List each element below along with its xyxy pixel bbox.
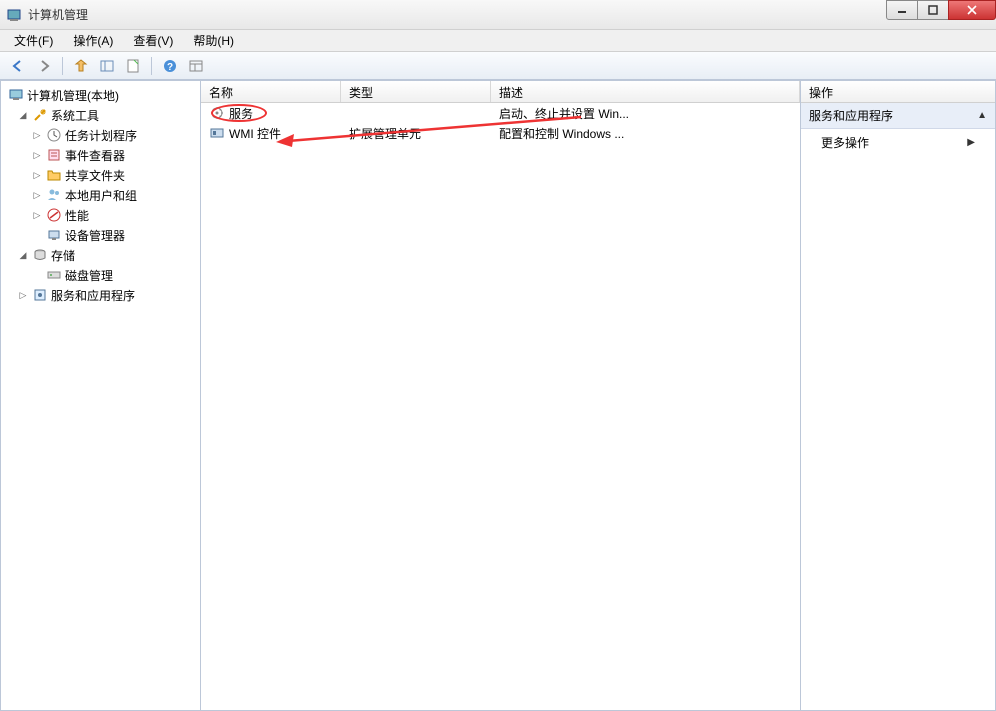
chevron-up-icon: ▲ bbox=[977, 110, 987, 121]
computer-mgmt-icon bbox=[8, 87, 24, 103]
row-name: WMI 控件 bbox=[229, 125, 281, 142]
expand-icon[interactable]: ▷ bbox=[31, 190, 43, 201]
minimize-button[interactable] bbox=[886, 0, 918, 20]
tree-disk-management[interactable]: 磁盘管理 bbox=[3, 265, 198, 285]
expand-icon[interactable]: ▷ bbox=[31, 210, 43, 221]
actions-section[interactable]: 服务和应用程序 ▲ bbox=[801, 103, 995, 129]
storage-icon bbox=[32, 247, 48, 263]
tree-panel[interactable]: 计算机管理(本地) ◢ 系统工具 ▷ 任务计划程序 ▷ 事件查看器 ▷ bbox=[1, 81, 201, 710]
tools-icon bbox=[32, 107, 48, 123]
tree-local-users[interactable]: ▷ 本地用户和组 bbox=[3, 185, 198, 205]
tree-performance[interactable]: ▷ 性能 bbox=[3, 205, 198, 225]
tree-task-scheduler[interactable]: ▷ 任务计划程序 bbox=[3, 125, 198, 145]
toolbar-separator bbox=[62, 57, 63, 75]
actions-section-label: 服务和应用程序 bbox=[809, 107, 893, 124]
menu-action[interactable]: 操作(A) bbox=[63, 30, 123, 51]
menu-view[interactable]: 查看(V) bbox=[123, 30, 183, 51]
row-description: 启动、终止并设置 Win... bbox=[491, 105, 800, 122]
tree-root[interactable]: 计算机管理(本地) bbox=[3, 85, 198, 105]
close-button[interactable] bbox=[948, 0, 996, 20]
actions-header: 操作 bbox=[801, 81, 995, 103]
up-button[interactable] bbox=[69, 55, 93, 77]
toolbar: ? bbox=[0, 52, 996, 80]
tree-label: 系统工具 bbox=[51, 107, 99, 124]
chevron-right-icon: ▶ bbox=[967, 137, 975, 148]
tree-label: 计算机管理(本地) bbox=[27, 87, 119, 104]
tree-label: 任务计划程序 bbox=[65, 127, 137, 144]
tree-label: 本地用户和组 bbox=[65, 187, 137, 204]
show-hide-tree-button[interactable] bbox=[95, 55, 119, 77]
back-button[interactable] bbox=[6, 55, 30, 77]
clock-icon bbox=[46, 127, 62, 143]
services-apps-icon bbox=[32, 287, 48, 303]
tree-label: 事件查看器 bbox=[65, 147, 125, 164]
tree-label: 存储 bbox=[51, 247, 75, 264]
app-icon bbox=[6, 7, 22, 23]
maximize-button[interactable] bbox=[917, 0, 949, 20]
event-icon bbox=[46, 147, 62, 163]
column-name[interactable]: 名称 bbox=[201, 81, 341, 102]
wmi-icon bbox=[209, 125, 225, 141]
tree-label: 共享文件夹 bbox=[65, 167, 125, 184]
tree-device-manager[interactable]: 设备管理器 bbox=[3, 225, 198, 245]
list-header: 名称 类型 描述 bbox=[201, 81, 800, 103]
list-row-services[interactable]: 服务 启动、终止并设置 Win... bbox=[201, 103, 800, 123]
disk-icon bbox=[46, 267, 62, 283]
window-title: 计算机管理 bbox=[28, 6, 88, 23]
menubar: 文件(F) 操作(A) 查看(V) 帮助(H) bbox=[0, 30, 996, 52]
svg-text:?: ? bbox=[167, 62, 173, 73]
help-button[interactable]: ? bbox=[158, 55, 182, 77]
titlebar: 计算机管理 bbox=[0, 0, 996, 30]
list-panel: 名称 类型 描述 服务 启动、终止并设置 Win... bbox=[201, 81, 801, 710]
window-controls bbox=[887, 0, 996, 22]
users-icon bbox=[46, 187, 62, 203]
tree-event-viewer[interactable]: ▷ 事件查看器 bbox=[3, 145, 198, 165]
tree-storage[interactable]: ◢ 存储 bbox=[3, 245, 198, 265]
tree-services-apps[interactable]: ▷ 服务和应用程序 bbox=[3, 285, 198, 305]
menu-help[interactable]: 帮助(H) bbox=[183, 30, 244, 51]
actions-more[interactable]: 更多操作 ▶ bbox=[801, 129, 995, 156]
list-row-wmi[interactable]: WMI 控件 扩展管理单元 配置和控制 Windows ... bbox=[201, 123, 800, 143]
tree-system-tools[interactable]: ◢ 系统工具 bbox=[3, 105, 198, 125]
menu-file[interactable]: 文件(F) bbox=[4, 30, 63, 51]
expand-icon[interactable]: ▷ bbox=[31, 170, 43, 181]
folder-icon bbox=[46, 167, 62, 183]
forward-button[interactable] bbox=[32, 55, 56, 77]
column-type[interactable]: 类型 bbox=[341, 81, 491, 102]
row-description: 配置和控制 Windows ... bbox=[491, 125, 800, 142]
content-area: 计算机管理(本地) ◢ 系统工具 ▷ 任务计划程序 ▷ 事件查看器 ▷ bbox=[0, 80, 996, 711]
performance-icon bbox=[46, 207, 62, 223]
properties-button[interactable] bbox=[121, 55, 145, 77]
actions-panel: 操作 服务和应用程序 ▲ 更多操作 ▶ bbox=[801, 81, 995, 710]
column-description[interactable]: 描述 bbox=[491, 81, 800, 102]
list-body[interactable]: 服务 启动、终止并设置 Win... WMI 控件 扩展管理单元 配置和控制 W… bbox=[201, 103, 800, 710]
device-icon bbox=[46, 227, 62, 243]
row-name: 服务 bbox=[229, 105, 253, 122]
collapse-icon[interactable]: ◢ bbox=[17, 110, 29, 121]
tree-label: 磁盘管理 bbox=[65, 267, 113, 284]
expand-icon[interactable]: ▷ bbox=[31, 150, 43, 161]
tree-label: 服务和应用程序 bbox=[51, 287, 135, 304]
gear-icon bbox=[209, 105, 225, 121]
tree-shared-folders[interactable]: ▷ 共享文件夹 bbox=[3, 165, 198, 185]
actions-more-label: 更多操作 bbox=[821, 134, 869, 151]
tree-label: 设备管理器 bbox=[65, 227, 125, 244]
tree-label: 性能 bbox=[65, 207, 89, 224]
collapse-icon[interactable]: ◢ bbox=[17, 250, 29, 261]
expand-icon[interactable]: ▷ bbox=[31, 130, 43, 141]
expand-icon[interactable]: ▷ bbox=[17, 290, 29, 301]
toolbar-separator bbox=[151, 57, 152, 75]
row-type: 扩展管理单元 bbox=[341, 125, 491, 142]
view-button[interactable] bbox=[184, 55, 208, 77]
